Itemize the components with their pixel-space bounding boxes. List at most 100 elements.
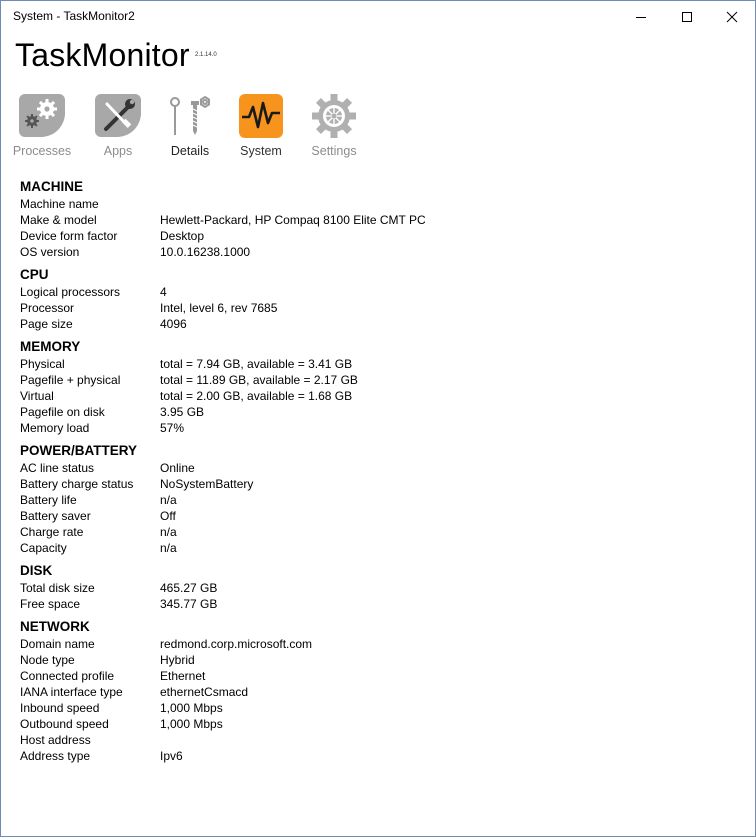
info-value: Off [160,509,176,523]
info-value: 4 [160,285,167,299]
nav-system-label: System [240,144,282,158]
nav-apps-label: Apps [103,144,133,158]
app-version: 2.1.14.0 [195,52,217,58]
info-value: n/a [160,525,177,539]
info-row: OS version 10.0.16238.1000 [20,244,740,260]
info-value: total = 2.00 GB, available = 1.68 GB [160,389,353,403]
info-value: redmond.corp.microsoft.com [160,637,313,651]
tools-icon [93,91,143,141]
section-title: MACHINE [20,179,83,194]
info-key: Memory load [20,421,90,435]
info-key: Page size [20,317,73,331]
info-row: Node type Hybrid [20,652,740,668]
info-row: Capacity n/a [20,540,740,556]
close-icon [726,11,738,22]
info-key: Inbound speed [20,701,100,715]
info-value: 1,000 Mbps [160,717,223,731]
maximize-button[interactable] [664,1,710,32]
info-value: Ipv6 [160,749,183,763]
info-value: Intel, level 6, rev 7685 [160,301,278,315]
section-cpu: CPU Logical processors 4 Processor Intel, … [20,266,740,332]
info-row: IANA interface type ethernetCsmacd [20,684,740,700]
nav-system[interactable]: System [225,91,297,161]
info-row: Domain name redmond.corp.microsoft.com [20,636,740,652]
app-title: TaskMonitor [15,37,190,73]
info-value: Desktop [160,229,205,243]
info-row: Page size 4096 [20,316,740,332]
info-row: Total disk size 465.27 GB [20,580,740,596]
info-key: IANA interface type [20,685,123,699]
info-key: AC line status [20,461,95,475]
section-memory: MEMORY Physical total = 7.94 GB, availabl… [20,338,740,436]
nav-settings-label: Settings [311,144,357,158]
info-key: Free space [20,597,81,611]
section-network: NETWORK Domain name redmond.corp.microsof… [20,618,740,764]
info-value: n/a [160,541,177,555]
info-key: Pagefile on disk [20,405,105,419]
title-bar[interactable]: System - TaskMonitor2 [1,1,755,32]
info-value: 3.95 GB [160,405,205,419]
info-key: Capacity [20,541,67,555]
info-key: Battery saver [20,509,91,523]
info-key: Device form factor [20,229,118,243]
info-row: Device form factor Desktop [20,228,740,244]
info-row: Inbound speed 1,000 Mbps [20,700,740,716]
info-value: NoSystemBattery [160,477,254,491]
info-row: Battery life n/a [20,492,740,508]
info-row: Pagefile on disk 3.95 GB [20,404,740,420]
info-row: Make & model Hewlett-Packard, HP Compaq 8… [20,212,740,228]
info-row: Pagefile + physical total = 11.89 GB, ava… [20,372,740,388]
info-value: ethernetCsmacd [160,685,249,699]
info-row: Processor Intel, level 6, rev 7685 [20,300,740,316]
close-button[interactable] [709,1,755,32]
info-row: Machine name [20,196,740,212]
info-key: Total disk size [20,581,95,595]
info-key: Machine name [20,197,99,211]
window-title: System - TaskMonitor2 [13,9,135,23]
info-key: Pagefile + physical [20,373,121,387]
minimize-icon [636,16,646,18]
info-value: Ethernet [160,669,206,683]
nav-bar: Processes Apps Details System Settings [1,91,755,161]
info-row: Connected profile Ethernet [20,668,740,684]
minimize-button[interactable] [618,1,664,32]
info-row: Battery saver Off [20,508,740,524]
info-row: AC line status Online [20,460,740,476]
info-key: Node type [20,653,75,667]
info-key: Logical processors [20,285,121,299]
section-title: CPU [20,267,49,282]
info-value: 465.27 GB [160,581,218,595]
info-value: Online [160,461,195,475]
nav-apps[interactable]: Apps [82,91,154,161]
info-row: Physical total = 7.94 GB, available = 3.4… [20,356,740,372]
gears-icon [17,91,67,141]
section-title: MEMORY [20,339,81,354]
section-title: DISK [20,563,53,578]
info-key: OS version [20,245,80,259]
nav-details[interactable]: Details [154,91,226,161]
maximize-icon [682,11,692,22]
info-row: Host address [20,732,740,748]
info-key: Charge rate [20,525,84,539]
info-row: Battery charge status NoSystemBattery [20,476,740,492]
info-row: Outbound speed 1,000 Mbps [20,716,740,732]
info-key: Connected profile [20,669,115,683]
nav-details-label: Details [170,144,210,158]
info-key: Physical [20,357,65,371]
info-key: Processor [20,301,75,315]
info-key: Domain name [20,637,95,651]
info-value: Hewlett-Packard, HP Compaq 8100 Elite CM… [160,213,426,227]
info-row: Logical processors 4 [20,284,740,300]
info-key: Battery life [20,493,77,507]
nav-processes[interactable]: Processes [6,91,78,161]
section-power-battery: POWER/BATTERY AC line status Online Batte… [20,442,740,556]
info-value: 10.0.16238.1000 [160,245,251,259]
nav-settings[interactable]: Settings [298,91,370,161]
section-title: NETWORK [20,619,90,634]
info-row: Free space 345.77 GB [20,596,740,612]
info-row: Charge rate n/a [20,524,740,540]
nuts-bolts-icon [165,91,215,141]
info-key: Battery charge status [20,477,134,491]
info-key: Make & model [20,213,97,227]
info-row: Virtual total = 2.00 GB, available = 1.68… [20,388,740,404]
